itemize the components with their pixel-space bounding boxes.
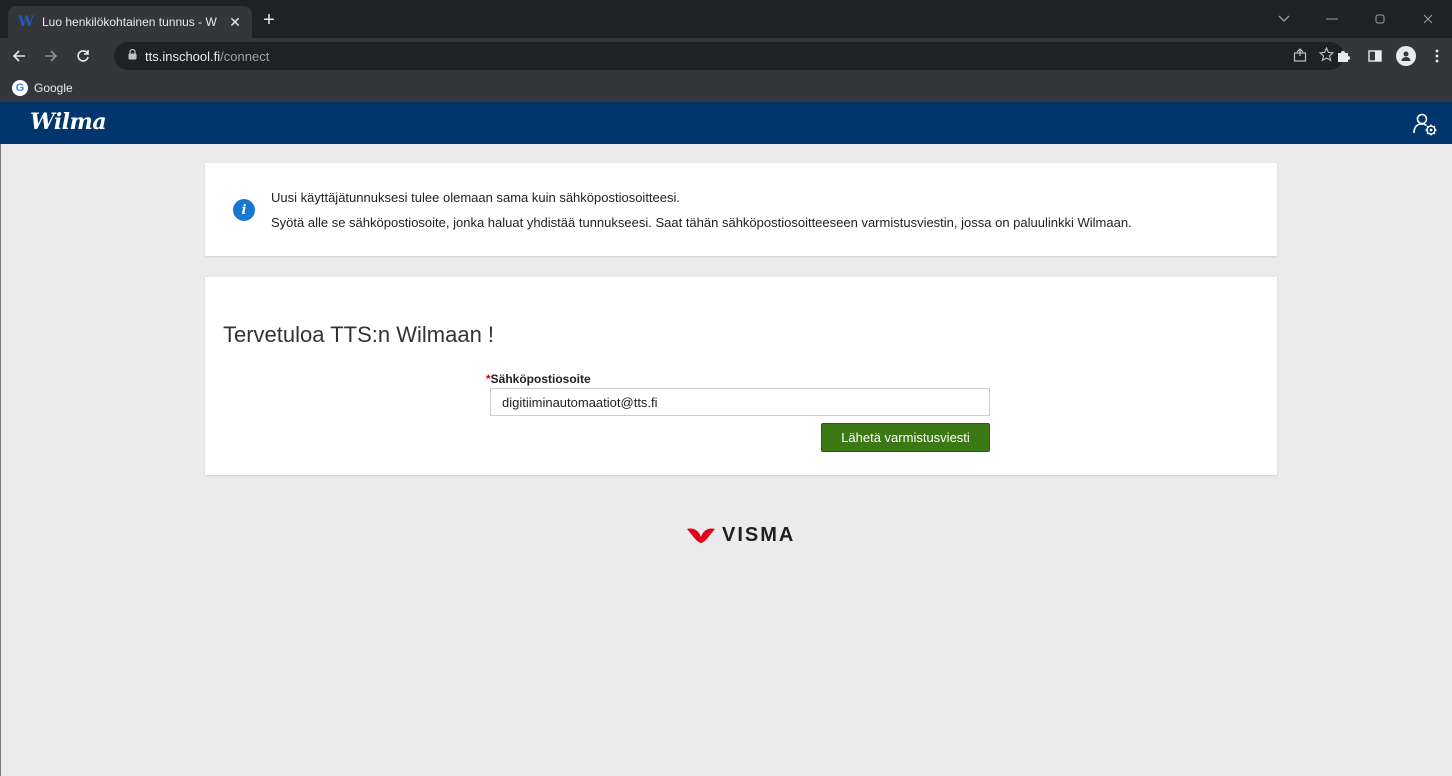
email-field[interactable] — [490, 388, 990, 416]
bookmark-google[interactable]: Google — [34, 81, 73, 95]
info-line-instructions: Syötä alle se sähköpostiosoite, jonka ha… — [271, 215, 1132, 230]
send-verification-button[interactable]: Lähetä varmistusviesti — [821, 423, 990, 452]
share-icon[interactable] — [1293, 47, 1307, 65]
info-icon: i — [233, 199, 255, 221]
minimize-icon[interactable] — [1308, 0, 1356, 38]
browser-tab[interactable]: W Luo henkilökohtainen tunnus - W ✕ — [8, 6, 252, 38]
wilma-logo[interactable]: Wilma — [30, 109, 107, 135]
page-title: Tervetuloa TTS:n Wilmaan ! — [223, 322, 495, 347]
email-form-card: Tervetuloa TTS:n Wilmaan ! *Sähköpostios… — [205, 277, 1277, 475]
tab-title: Luo henkilökohtainen tunnus - W — [42, 15, 217, 29]
profile-avatar-icon[interactable] — [1396, 46, 1416, 66]
wilma-header: Wilma — [0, 102, 1452, 144]
lock-icon[interactable] — [128, 48, 137, 63]
visma-logo: VISMA — [686, 523, 795, 547]
close-tab-icon[interactable]: ✕ — [226, 14, 244, 31]
omnibox-actions — [1293, 42, 1335, 70]
user-settings-icon[interactable] — [1412, 111, 1438, 137]
side-panel-icon[interactable] — [1364, 45, 1386, 67]
reload-icon[interactable] — [70, 43, 96, 69]
new-tab-button[interactable]: + — [258, 9, 280, 31]
close-window-icon[interactable] — [1404, 0, 1452, 38]
google-icon[interactable]: G — [12, 80, 28, 96]
tab-search-icon[interactable] — [1260, 0, 1308, 38]
restore-icon[interactable] — [1356, 0, 1404, 38]
window-edge — [0, 144, 1, 776]
info-line-username: Uusi käyttäjätunnuksesi tulee olemaan sa… — [271, 190, 681, 205]
extensions-area — [1332, 38, 1452, 74]
visma-mark-icon — [687, 528, 715, 543]
forward-icon[interactable] — [38, 43, 64, 69]
window-controls — [1260, 0, 1452, 38]
visma-wordmark: VISMA — [722, 523, 796, 546]
wilma-favicon-icon: W — [18, 14, 34, 30]
url-host: tts.inschool.fi — [145, 48, 221, 64]
browser-tab-strip: W Luo henkilökohtainen tunnus - W ✕ + — [0, 0, 1452, 38]
extensions-puzzle-icon[interactable] — [1332, 45, 1354, 67]
bookmarks-bar: G Google — [0, 74, 1452, 102]
browser-toolbar: tts.inschool.fi/connect — [0, 38, 1452, 74]
info-card: i Uusi käyttäjätunnuksesi tulee olemaan … — [205, 163, 1277, 256]
url-path: /connect — [220, 48, 270, 64]
email-field-label: *Sähköpostiosoite — [486, 372, 591, 386]
browser-menu-icon[interactable] — [1426, 45, 1448, 67]
back-icon[interactable] — [6, 43, 32, 69]
email-label-text: Sähköpostiosoite — [490, 372, 591, 386]
address-bar[interactable]: tts.inschool.fi/connect — [114, 42, 1344, 70]
